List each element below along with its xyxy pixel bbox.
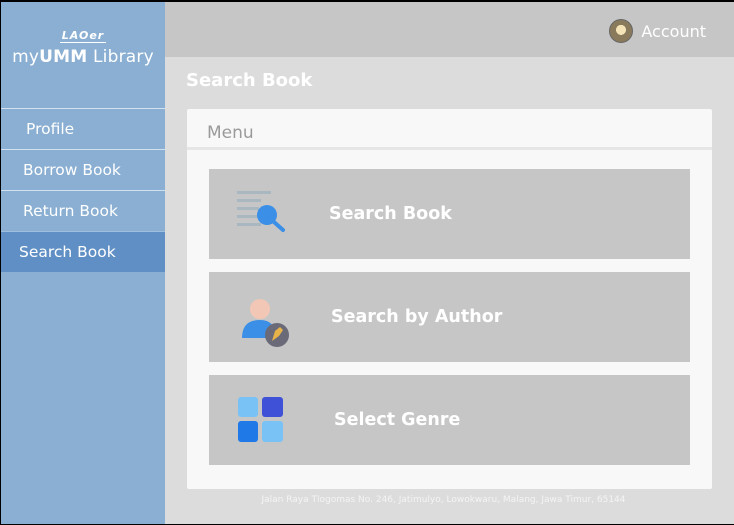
author-pen-icon: [242, 299, 289, 347]
app-frame: LAOer myUMM Library Profile Borrow Book …: [1, 2, 734, 524]
menu-panel: Menu Search Book Search by Author Select…: [187, 109, 712, 489]
card-label: Search by Author: [331, 307, 503, 327]
sidebar-item-label: Profile: [26, 120, 75, 138]
sidebar-item-return-book[interactable]: Return Book: [1, 190, 165, 231]
logo: LAOer myUMM Library: [1, 24, 165, 68]
grid-tiles-icon: [238, 397, 283, 442]
card-label: Search Book: [329, 204, 452, 224]
logo-library: Library: [93, 47, 154, 67]
logo-top-text: LAOer: [59, 29, 107, 43]
sidebar: LAOer myUMM Library Profile Borrow Book …: [1, 2, 165, 524]
menu-title: Menu: [187, 109, 712, 150]
sidebar-item-search-book[interactable]: Search Book: [1, 231, 165, 272]
sidebar-item-label: Return Book: [23, 202, 118, 220]
top-header: Account: [165, 2, 734, 57]
sidebar-item-profile[interactable]: Profile: [1, 108, 165, 149]
footer-address: Jalan Raya Tlogomas No. 246, Jatimulyo, …: [261, 495, 626, 505]
select-genre-card[interactable]: Select Genre: [209, 375, 690, 465]
account-label: Account: [641, 21, 706, 41]
search-by-author-card[interactable]: Search by Author: [209, 272, 690, 362]
avatar: [609, 19, 634, 43]
sidebar-item-label: Search Book: [19, 243, 116, 261]
sidebar-item-label: Borrow Book: [23, 161, 121, 179]
logo-my: my: [12, 47, 40, 67]
sidebar-item-borrow-book[interactable]: Borrow Book: [1, 149, 165, 190]
logo-title: myUMM Library: [1, 46, 165, 68]
sidebar-nav: Profile Borrow Book Return Book Search B…: [1, 108, 165, 272]
card-label: Select Genre: [334, 410, 461, 430]
account-button[interactable]: Account: [609, 19, 706, 43]
search-book-card[interactable]: Search Book: [209, 169, 690, 259]
page-title: Search Book: [186, 70, 313, 91]
logo-umm: UMM: [39, 47, 88, 67]
search-document-icon: [237, 191, 285, 232]
